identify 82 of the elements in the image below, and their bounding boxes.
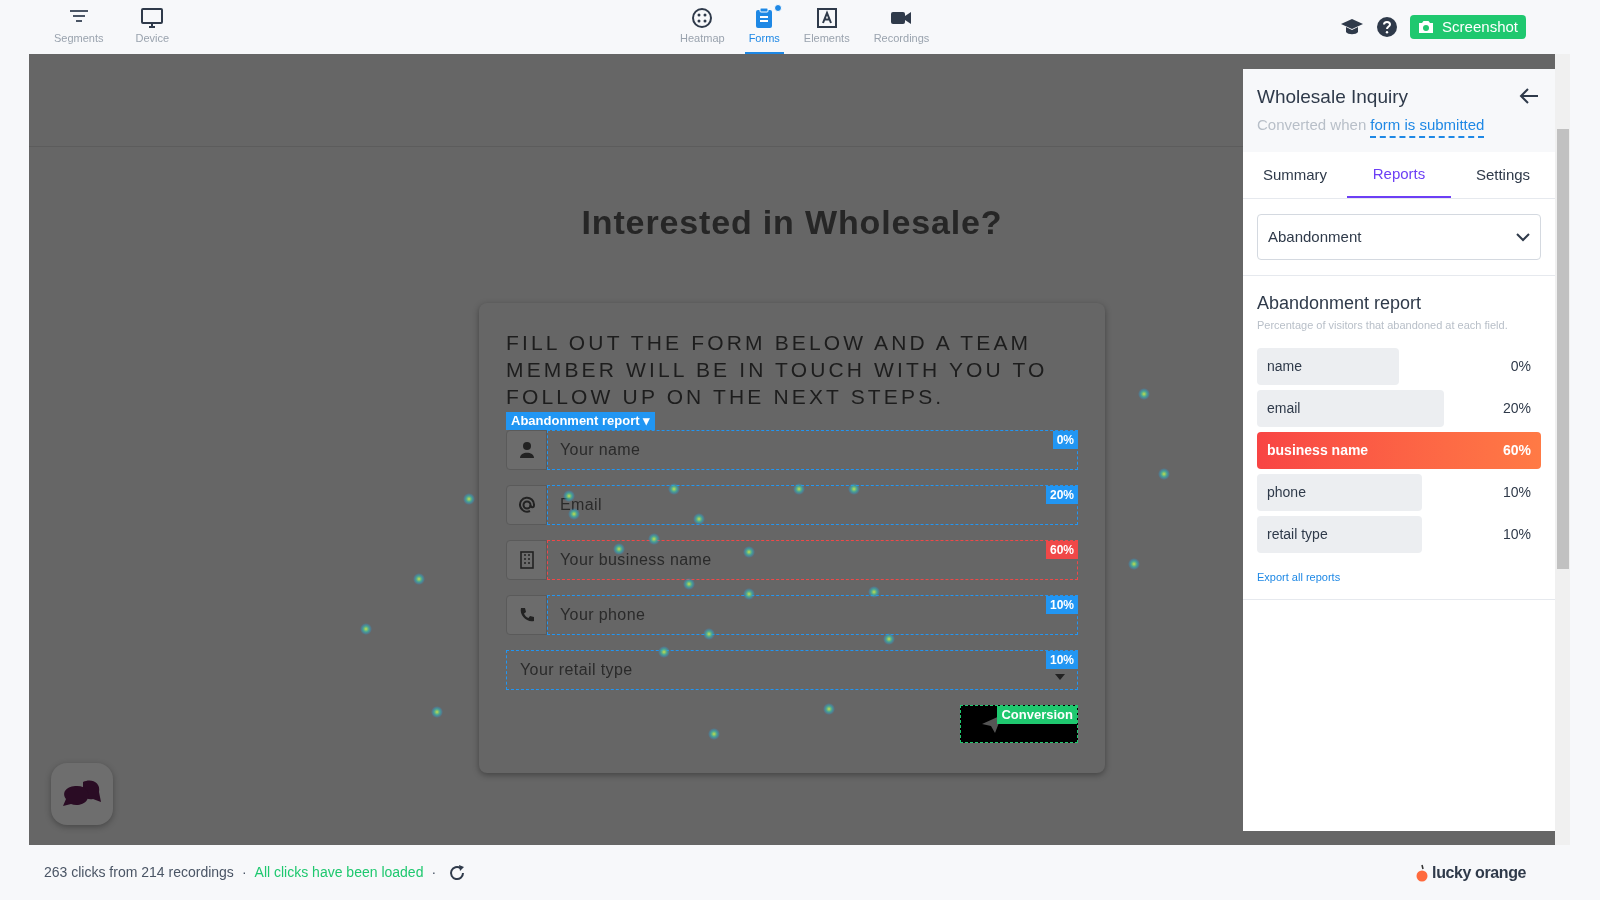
scrollbar[interactable]: [1555, 54, 1570, 845]
click-dot: [568, 508, 580, 520]
click-dot: [648, 533, 660, 545]
camera-icon: [1418, 20, 1435, 34]
click-dot: [413, 573, 425, 585]
click-dot: [683, 578, 695, 590]
click-dot: [658, 646, 670, 658]
click-dot: [823, 703, 835, 715]
panel-title: Wholesale Inquiry: [1257, 85, 1409, 109]
toolbar-tab[interactable]: Elements: [799, 0, 854, 54]
field-percentage: 20%: [1502, 398, 1532, 418]
load-status: All clicks have been loaded: [254, 863, 424, 882]
back-arrow-icon[interactable]: [1519, 87, 1539, 105]
abandonment-badge: 10%: [1045, 651, 1078, 669]
abandonment-badge: 0%: [1052, 431, 1078, 449]
graduation-cap-icon[interactable]: [1340, 17, 1365, 37]
submit-button[interactable]: Conversion: [960, 705, 1078, 743]
click-dot: [848, 483, 860, 495]
report-title: Abandonment report: [1257, 292, 1423, 315]
field-label: business name: [1266, 440, 1370, 460]
select-field[interactable]: Your retail type 10%: [506, 650, 1078, 690]
field-label: phone: [1266, 482, 1307, 502]
toolbar-button[interactable]: Device: [131, 0, 174, 54]
refresh-icon[interactable]: [448, 863, 467, 882]
report-menu-button[interactable]: Abandonment report ▾: [506, 412, 656, 430]
click-dot: [1128, 558, 1140, 570]
panel-subtitle: Converted when: [1257, 114, 1367, 135]
export-link[interactable]: Export all reports: [1257, 568, 1541, 585]
click-dot: [883, 633, 895, 645]
separator-dot: ·: [431, 863, 437, 882]
fruit-logo-icon: [1416, 863, 1429, 882]
field-label: name: [1266, 356, 1304, 376]
click-dot: [1138, 388, 1150, 400]
panel-tab[interactable]: Settings: [1451, 152, 1555, 198]
click-dot: [743, 546, 755, 558]
click-dot: [1158, 468, 1170, 480]
report-description: Percentage of visitors that abandoned at each field.: [1257, 318, 1509, 333]
input-field[interactable]: Your name 0%: [547, 430, 1078, 470]
field-label: email: [1266, 398, 1302, 418]
click-dot: [708, 728, 720, 740]
abandonment-badge: 60%: [1045, 541, 1078, 559]
dotted-circle-icon: [690, 6, 715, 30]
abandonment-badge: 10%: [1045, 596, 1078, 614]
chevron-down-icon: [1516, 232, 1530, 242]
toolbar-tab[interactable]: Recordings: [869, 0, 934, 54]
monitor-icon: [140, 6, 165, 30]
toolbar-tab[interactable]: Heatmap: [676, 0, 729, 54]
screenshot-button[interactable]: Screenshot: [1410, 15, 1526, 39]
click-count: 263 clicks from 214 recordings: [44, 863, 234, 882]
field-percentage: 60%: [1502, 440, 1532, 460]
toolbar-button[interactable]: Segments: [50, 0, 108, 54]
abandonment-badge: 20%: [1045, 486, 1078, 504]
field-percentage: 0%: [1510, 356, 1532, 376]
field-percentage: 10%: [1502, 524, 1532, 544]
text-frame-icon: [814, 6, 839, 30]
click-dot: [743, 588, 755, 600]
report-select[interactable]: Abandonment: [1257, 214, 1541, 260]
click-dot: [613, 543, 625, 555]
page-heading: Interested in Wholesale?: [581, 202, 1003, 243]
caret-icon: [1055, 674, 1065, 680]
field-percentage: 10%: [1502, 482, 1532, 502]
chat-button[interactable]: [51, 763, 113, 825]
form-intro: FILL OUT THE FORM BELOW AND A TEAM MEMBER WILL BE IN TOUCH WITH YOU TO FOLLOW UP ON THE NEXT STEPS.: [506, 330, 1049, 410]
click-dot: [431, 706, 443, 718]
click-dot: [703, 628, 715, 640]
condition-link[interactable]: form is submitted: [1370, 113, 1485, 138]
click-dot: [360, 623, 372, 635]
panel-tab[interactable]: Reports: [1347, 152, 1451, 198]
building-icon: [519, 551, 534, 569]
separator-dot: ·: [241, 863, 247, 882]
at-sign-icon: [517, 496, 536, 514]
click-dot: [793, 483, 805, 495]
panel-tab[interactable]: Summary: [1243, 152, 1347, 198]
help-icon[interactable]: [1376, 16, 1399, 38]
click-dot: [868, 586, 880, 598]
brand-name: lucky orange: [1432, 862, 1526, 883]
person-icon: [518, 441, 535, 459]
click-dot: [693, 513, 705, 525]
field-label: retail type: [1266, 524, 1329, 544]
conversion-badge: Conversion: [997, 706, 1077, 724]
click-dot: [463, 493, 475, 505]
click-dot: [668, 483, 680, 495]
